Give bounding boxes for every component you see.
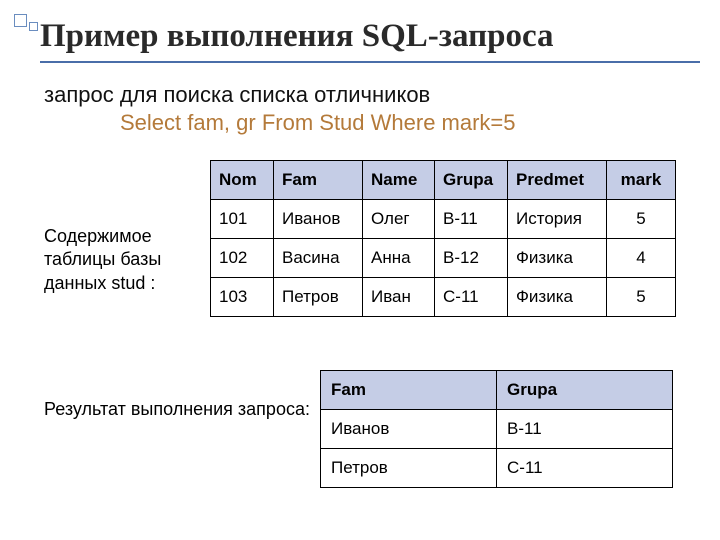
col-grupa: Grupa <box>435 161 508 200</box>
cell: В-11 <box>497 410 673 449</box>
table-row: Иванов В-11 <box>321 410 673 449</box>
table-row: 101 Иванов Олег В-11 История 5 <box>211 200 676 239</box>
page-title: Пример выполнения SQL-запроса <box>40 18 700 63</box>
table-header-row: Nom Fam Name Grupa Predmet mark <box>211 161 676 200</box>
table-row: 102 Васина Анна В-12 Физика 4 <box>211 239 676 278</box>
col-fam: Fam <box>321 371 497 410</box>
result-table: Fam Grupa Иванов В-11 Петров С-11 <box>320 370 673 488</box>
corner-decoration <box>14 14 40 32</box>
cell: Физика <box>508 239 607 278</box>
table-row: 103 Петров Иван С-11 Физика 5 <box>211 278 676 317</box>
table-caption: Содержимое таблицы базы данных stud : <box>44 225 204 295</box>
subtitle-text: запрос для поиска списка отличников <box>44 82 430 108</box>
cell: Олег <box>363 200 435 239</box>
col-mark: mark <box>607 161 676 200</box>
cell: Физика <box>508 278 607 317</box>
col-name: Name <box>363 161 435 200</box>
cell: С-11 <box>497 449 673 488</box>
col-nom: Nom <box>211 161 274 200</box>
cell: 103 <box>211 278 274 317</box>
cell: Иванов <box>321 410 497 449</box>
cell: 102 <box>211 239 274 278</box>
cell: 5 <box>607 200 676 239</box>
cell: 101 <box>211 200 274 239</box>
cell: 4 <box>607 239 676 278</box>
stud-table: Nom Fam Name Grupa Predmet mark 101 Иван… <box>210 160 676 317</box>
sql-query-text: Select fam, gr From Stud Where mark=5 <box>120 110 516 136</box>
cell: Анна <box>363 239 435 278</box>
cell: История <box>508 200 607 239</box>
table-header-row: Fam Grupa <box>321 371 673 410</box>
col-fam: Fam <box>274 161 363 200</box>
col-predmet: Predmet <box>508 161 607 200</box>
cell: В-11 <box>435 200 508 239</box>
result-caption: Результат выполнения запроса: <box>44 398 310 421</box>
cell: В-12 <box>435 239 508 278</box>
cell: Иванов <box>274 200 363 239</box>
cell: Петров <box>321 449 497 488</box>
table-row: Петров С-11 <box>321 449 673 488</box>
col-grupa: Grupa <box>497 371 673 410</box>
cell: Петров <box>274 278 363 317</box>
cell: 5 <box>607 278 676 317</box>
cell: С-11 <box>435 278 508 317</box>
cell: Васина <box>274 239 363 278</box>
cell: Иван <box>363 278 435 317</box>
